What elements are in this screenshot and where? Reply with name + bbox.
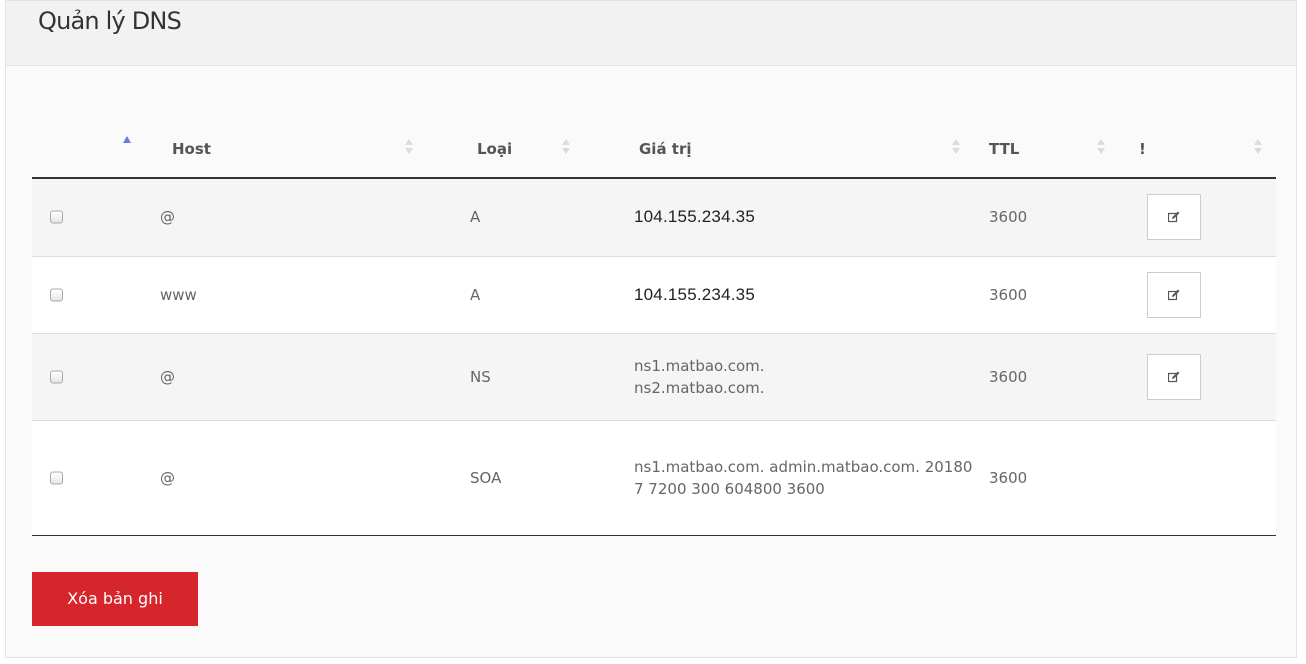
host-cell: @ (160, 208, 175, 227)
dns-records-table: Host Loại Giá trị TTL ! @ A 104.155.234.… (32, 122, 1276, 536)
table-row: www A 104.155.234.35 3600 (32, 256, 1276, 334)
table-row: @ NS ns1.matbao.com. ns2.matbao.com. 360… (32, 333, 1276, 421)
header-select[interactable] (32, 122, 131, 179)
row-checkbox[interactable] (50, 370, 63, 383)
edit-icon (1168, 371, 1180, 382)
header-type-label: Loại (477, 140, 513, 158)
page-title: Quản lý DNS (38, 7, 182, 35)
row-checkbox[interactable] (50, 471, 63, 484)
sort-icon[interactable] (562, 137, 572, 157)
delete-records-button[interactable]: Xóa bản ghi (32, 572, 198, 626)
sort-icon[interactable] (1254, 137, 1264, 157)
host-cell: www (160, 285, 197, 304)
type-cell: NS (470, 367, 491, 386)
table-row: @ A 104.155.234.35 3600 (32, 178, 1276, 257)
table-header-row: Host Loại Giá trị TTL ! (32, 122, 1276, 179)
header-ttl-label: TTL (989, 140, 1020, 158)
header-action-label: ! (1139, 140, 1146, 158)
value-cell: ns1.matbao.com. ns2.matbao.com. (634, 355, 1014, 399)
ttl-cell: 3600 (989, 285, 1028, 304)
host-cell: @ (160, 367, 175, 386)
header-action[interactable]: ! (1117, 122, 1276, 179)
header-value[interactable]: Giá trị (582, 122, 972, 179)
sort-icon[interactable] (952, 137, 962, 157)
ttl-cell: 3600 (989, 367, 1028, 386)
header-host[interactable]: Host (112, 122, 422, 179)
type-cell: A (470, 208, 481, 227)
ttl-cell: 3600 (989, 468, 1028, 487)
value-cell: 104.155.234.35 (634, 284, 755, 304)
ttl-cell: 3600 (989, 208, 1028, 227)
header-type[interactable]: Loại (422, 122, 582, 179)
table-row: @ SOA ns1.matbao.com. admin.matbao.com. … (32, 420, 1276, 536)
edit-button[interactable] (1147, 194, 1201, 241)
header-ttl[interactable]: TTL (972, 122, 1117, 179)
header-value-label: Giá trị (639, 140, 692, 158)
sort-icon[interactable] (405, 137, 415, 157)
row-checkbox[interactable] (50, 210, 63, 224)
edit-icon (1168, 211, 1180, 223)
type-cell: A (470, 285, 481, 304)
header-host-label: Host (172, 140, 211, 158)
panel-header: Quản lý DNS (6, 1, 1296, 66)
edit-icon (1168, 289, 1180, 300)
value-cell: 104.155.234.35 (634, 207, 755, 227)
dns-panel: Quản lý DNS Host Loại Giá trị TTL ! @ A … (5, 0, 1297, 658)
row-checkbox[interactable] (50, 288, 63, 301)
sort-icon[interactable] (1097, 137, 1107, 157)
edit-button[interactable] (1147, 353, 1201, 400)
value-cell: ns1.matbao.com. admin.matbao.com. 201804… (634, 457, 1011, 498)
type-cell: SOA (470, 468, 502, 487)
host-cell: @ (160, 468, 175, 487)
edit-button[interactable] (1147, 271, 1201, 318)
value-line: ns1.matbao.com. (634, 356, 765, 375)
value-line: ns2.matbao.com. (634, 378, 765, 397)
